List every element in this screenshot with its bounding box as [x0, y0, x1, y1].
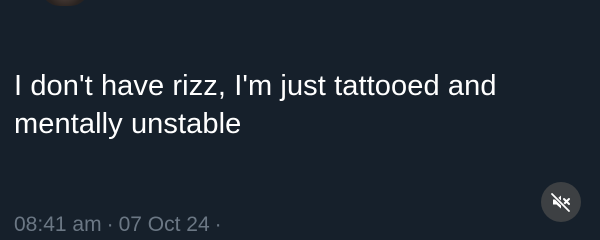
unmute-button[interactable] — [541, 182, 581, 222]
tweet-time: 08:41 am — [14, 213, 102, 236]
meta-separator: · — [106, 213, 114, 236]
tweet-text: I don't have rizz, I'm just tattooed and… — [14, 67, 589, 143]
tweet-text-line-1: I don't have rizz, I'm just tattooed and — [14, 70, 497, 102]
avatar[interactable] — [40, 0, 90, 6]
tweet-date: 07 Oct 24 — [118, 213, 210, 236]
tweet-text-line-2: mentally unstable — [14, 108, 242, 140]
meta-trailing-separator: · — [214, 213, 222, 236]
speaker-muted-icon — [549, 190, 573, 214]
tweet-timestamp[interactable]: 08:41 am · 07 Oct 24 · — [14, 212, 227, 238]
